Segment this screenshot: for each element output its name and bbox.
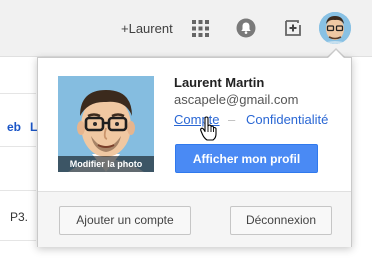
plus-user-link[interactable]: +Laurent <box>121 21 173 36</box>
popup-footer: Ajouter un compte Déconnexion <box>38 191 351 247</box>
privacy-link[interactable]: Confidentialité <box>246 112 328 127</box>
popup-caret-fill <box>328 50 344 58</box>
background-text-partial: P3. <box>10 210 29 224</box>
top-bar: +Laurent <box>0 0 372 57</box>
user-avatar-button[interactable] <box>319 12 351 44</box>
account-name: Laurent Martin <box>174 75 265 90</box>
account-popup: Modifier la photo Laurent Martin ascapel… <box>37 57 352 247</box>
view-profile-button[interactable]: Afficher mon profil <box>175 144 318 173</box>
link-separator: – <box>228 112 236 127</box>
divider <box>0 93 36 94</box>
notifications-bell-icon[interactable] <box>236 18 256 38</box>
apps-grid-icon[interactable] <box>192 20 209 37</box>
account-email: ascapele@gmail.com <box>174 92 299 107</box>
profile-photo[interactable]: Modifier la photo <box>58 76 154 172</box>
hand-pointer-cursor-icon <box>200 116 217 141</box>
background-tab-partial[interactable]: eb <box>7 120 21 134</box>
divider <box>0 146 36 147</box>
share-plus-icon[interactable] <box>283 18 303 38</box>
change-photo-label[interactable]: Modifier la photo <box>58 156 154 172</box>
logout-button[interactable]: Déconnexion <box>230 206 332 235</box>
add-account-button[interactable]: Ajouter un compte <box>59 206 191 235</box>
divider <box>0 190 36 191</box>
avatar-icon <box>319 12 351 44</box>
divider <box>0 240 36 241</box>
